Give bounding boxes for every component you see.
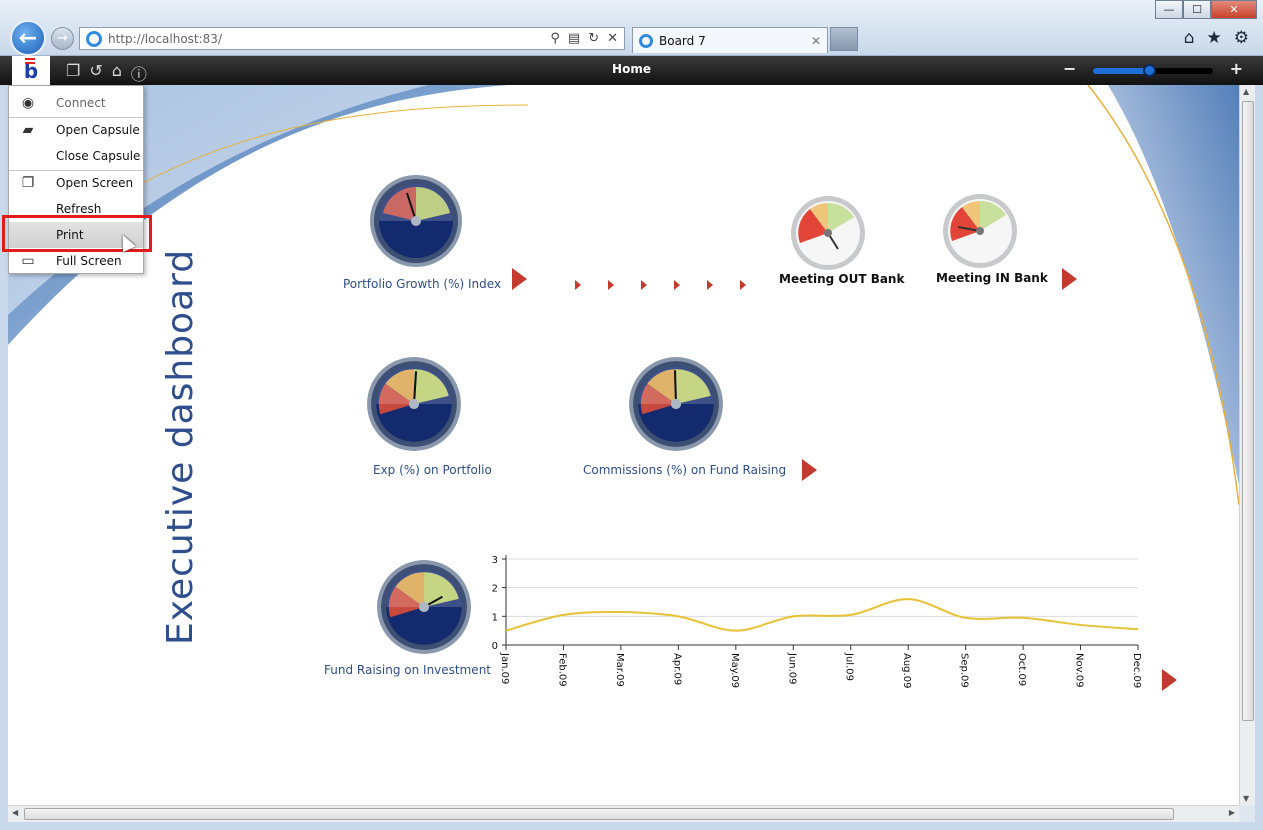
gauge-label-fund-raising-investment: Fund Raising on Investment: [324, 663, 492, 677]
y-tick-label: 2: [492, 584, 498, 595]
gauge-label-exp-on-portfolio: Exp (%) on Portfolio: [373, 463, 492, 477]
gauge-meeting-in-bank[interactable]: [942, 193, 1018, 269]
ie-logo-icon: [86, 30, 102, 47]
y-tick-label: 3: [492, 555, 498, 566]
fund-raising-line-chart: 0 1 2 3 Jan.09 Feb.09 Mar.09 Apr.09 May.09 Jun.09…: [492, 555, 1142, 688]
gauge-label-portfolio-growth: Portfolio Growth (%) Index: [343, 277, 502, 291]
open-screen-icon: ❐: [21, 175, 35, 191]
address-bar[interactable]: http://localhost:83/ ⚲ ▤ ↻ ✕: [79, 27, 625, 50]
x-tick-label: Jul.09: [844, 652, 855, 681]
settings-gear-icon[interactable]: ⚙: [1234, 28, 1249, 48]
menu-item-close-capsule[interactable]: Close Capsule: [9, 143, 143, 169]
favorites-star-icon[interactable]: ★: [1207, 28, 1222, 48]
y-tick-label: 0: [492, 641, 498, 652]
forward-arrow-icon[interactable]: →: [51, 27, 74, 50]
pager-arrow-icon[interactable]: [575, 280, 581, 290]
menu-item-label: Open Capsule: [56, 123, 140, 137]
pager-arrow-icon[interactable]: [740, 280, 746, 290]
x-tick-label: Sep.09: [959, 653, 970, 688]
home-icon[interactable]: ⌂: [1184, 28, 1195, 48]
stop-icon[interactable]: ✕: [607, 31, 618, 46]
minimize-icon[interactable]: —: [1155, 0, 1183, 19]
menu-item-label: Connect: [56, 96, 106, 110]
zoom-handle[interactable]: [1143, 64, 1157, 77]
full-screen-icon: ▭: [21, 253, 35, 269]
zoom-in-button[interactable]: +: [1230, 59, 1243, 78]
window-controls: — ☐ ✕: [1155, 0, 1257, 20]
pager-arrow-icon[interactable]: [641, 280, 647, 290]
tab-title: Board 7: [659, 33, 706, 48]
pager-arrow-icon[interactable]: [707, 280, 713, 290]
x-tick-label: May.09: [729, 653, 740, 688]
x-tick-label: Feb.09: [556, 653, 567, 687]
horizontal-scrollbar[interactable]: ◀ ▶: [8, 805, 1239, 822]
menu-item-open-screen[interactable]: ❐ Open Screen: [9, 170, 143, 196]
scroll-down-icon[interactable]: ▼: [1243, 794, 1249, 803]
next-arrow-icon[interactable]: [802, 459, 817, 481]
x-tick-label: Jun.09: [786, 652, 797, 685]
gauge-commissions-fund-raising[interactable]: [627, 355, 725, 453]
back-arrow-icon[interactable]: ←: [10, 20, 46, 56]
close-icon[interactable]: ✕: [1211, 0, 1257, 19]
horizontal-scroll-thumb[interactable]: [24, 808, 1174, 820]
x-tick-label: Apr.09: [671, 653, 682, 685]
globe-icon: ◉: [21, 95, 35, 111]
maximize-icon[interactable]: ☐: [1183, 0, 1211, 19]
pager-arrow-icon[interactable]: [608, 280, 614, 290]
x-tick-label: Aug.09: [901, 653, 912, 688]
next-arrow-icon[interactable]: [1062, 268, 1077, 290]
search-icon[interactable]: ⚲: [550, 31, 560, 46]
gauge-fund-raising-investment[interactable]: [375, 558, 473, 656]
x-tick-label: Dec.09: [1131, 653, 1142, 688]
tab-close-icon[interactable]: ✕: [811, 34, 821, 48]
menu-item-label: Full Screen: [56, 254, 122, 268]
x-tick-label: Oct.09: [1016, 653, 1027, 686]
ie-logo-icon: [639, 33, 653, 48]
vertical-scroll-thumb[interactable]: [1242, 101, 1254, 721]
address-url[interactable]: http://localhost:83/: [108, 32, 222, 46]
scroll-right-icon[interactable]: ▶: [1229, 808, 1235, 817]
scroll-up-icon[interactable]: ▲: [1243, 87, 1249, 96]
gauge-label-commissions-fund-raising: Commissions (%) on Fund Raising: [583, 463, 787, 477]
window-frame-right: [1255, 85, 1263, 822]
compatibility-icon[interactable]: ▤: [568, 31, 580, 46]
next-arrow-icon[interactable]: [1162, 669, 1177, 691]
gauge-exp-on-portfolio[interactable]: [365, 355, 463, 453]
zoom-fill: [1093, 68, 1150, 74]
zoom-track[interactable]: [1093, 64, 1213, 77]
menu-item-label: Open Screen: [56, 176, 134, 190]
new-tab-button[interactable]: [830, 27, 858, 51]
menu-item-label: Close Capsule: [56, 149, 141, 163]
x-tick-label: Mar.09: [614, 653, 625, 687]
gauge-meeting-out-bank[interactable]: [790, 195, 866, 271]
gauge-portfolio-growth[interactable]: [368, 173, 464, 269]
window-frame-left: [0, 85, 8, 822]
dashboard-vertical-title: Executive dashboard: [160, 248, 201, 645]
pager-arrow-icon[interactable]: [674, 280, 680, 290]
y-tick-label: 1: [492, 612, 498, 623]
reload-icon[interactable]: ↻: [588, 31, 599, 46]
browser-chrome: — ☐ ✕ ← → http://localhost:83/ ⚲ ▤ ↻ ✕ B…: [0, 0, 1263, 56]
vertical-scrollbar[interactable]: ▲ ▼: [1239, 85, 1255, 805]
scroll-left-icon[interactable]: ◀: [12, 808, 18, 817]
x-tick-label: Nov.09: [1074, 653, 1085, 688]
menu-item-label: Refresh: [56, 202, 102, 216]
series-line: [505, 598, 1139, 632]
window-frame-bottom: [0, 822, 1263, 830]
folder-open-icon: ▰: [22, 122, 34, 138]
dashboard-canvas: Executive dashboard Portfolio Growth (%)…: [8, 85, 1239, 805]
x-tick-label: Jan.09: [499, 652, 510, 684]
next-arrow-icon[interactable]: [512, 268, 527, 290]
gauge-label-meeting-out-bank: Meeting OUT Bank: [779, 272, 905, 286]
zoom-slider[interactable]: − +: [1063, 59, 1243, 79]
gauge-label-meeting-in-bank: Meeting IN Bank: [936, 271, 1048, 285]
tab-board[interactable]: Board 7 ✕: [632, 27, 828, 53]
menu-item-open-capsule[interactable]: ▰ Open Capsule: [9, 117, 143, 143]
zoom-out-button[interactable]: −: [1063, 59, 1076, 78]
menu-item-connect[interactable]: ◉ Connect: [9, 90, 143, 116]
